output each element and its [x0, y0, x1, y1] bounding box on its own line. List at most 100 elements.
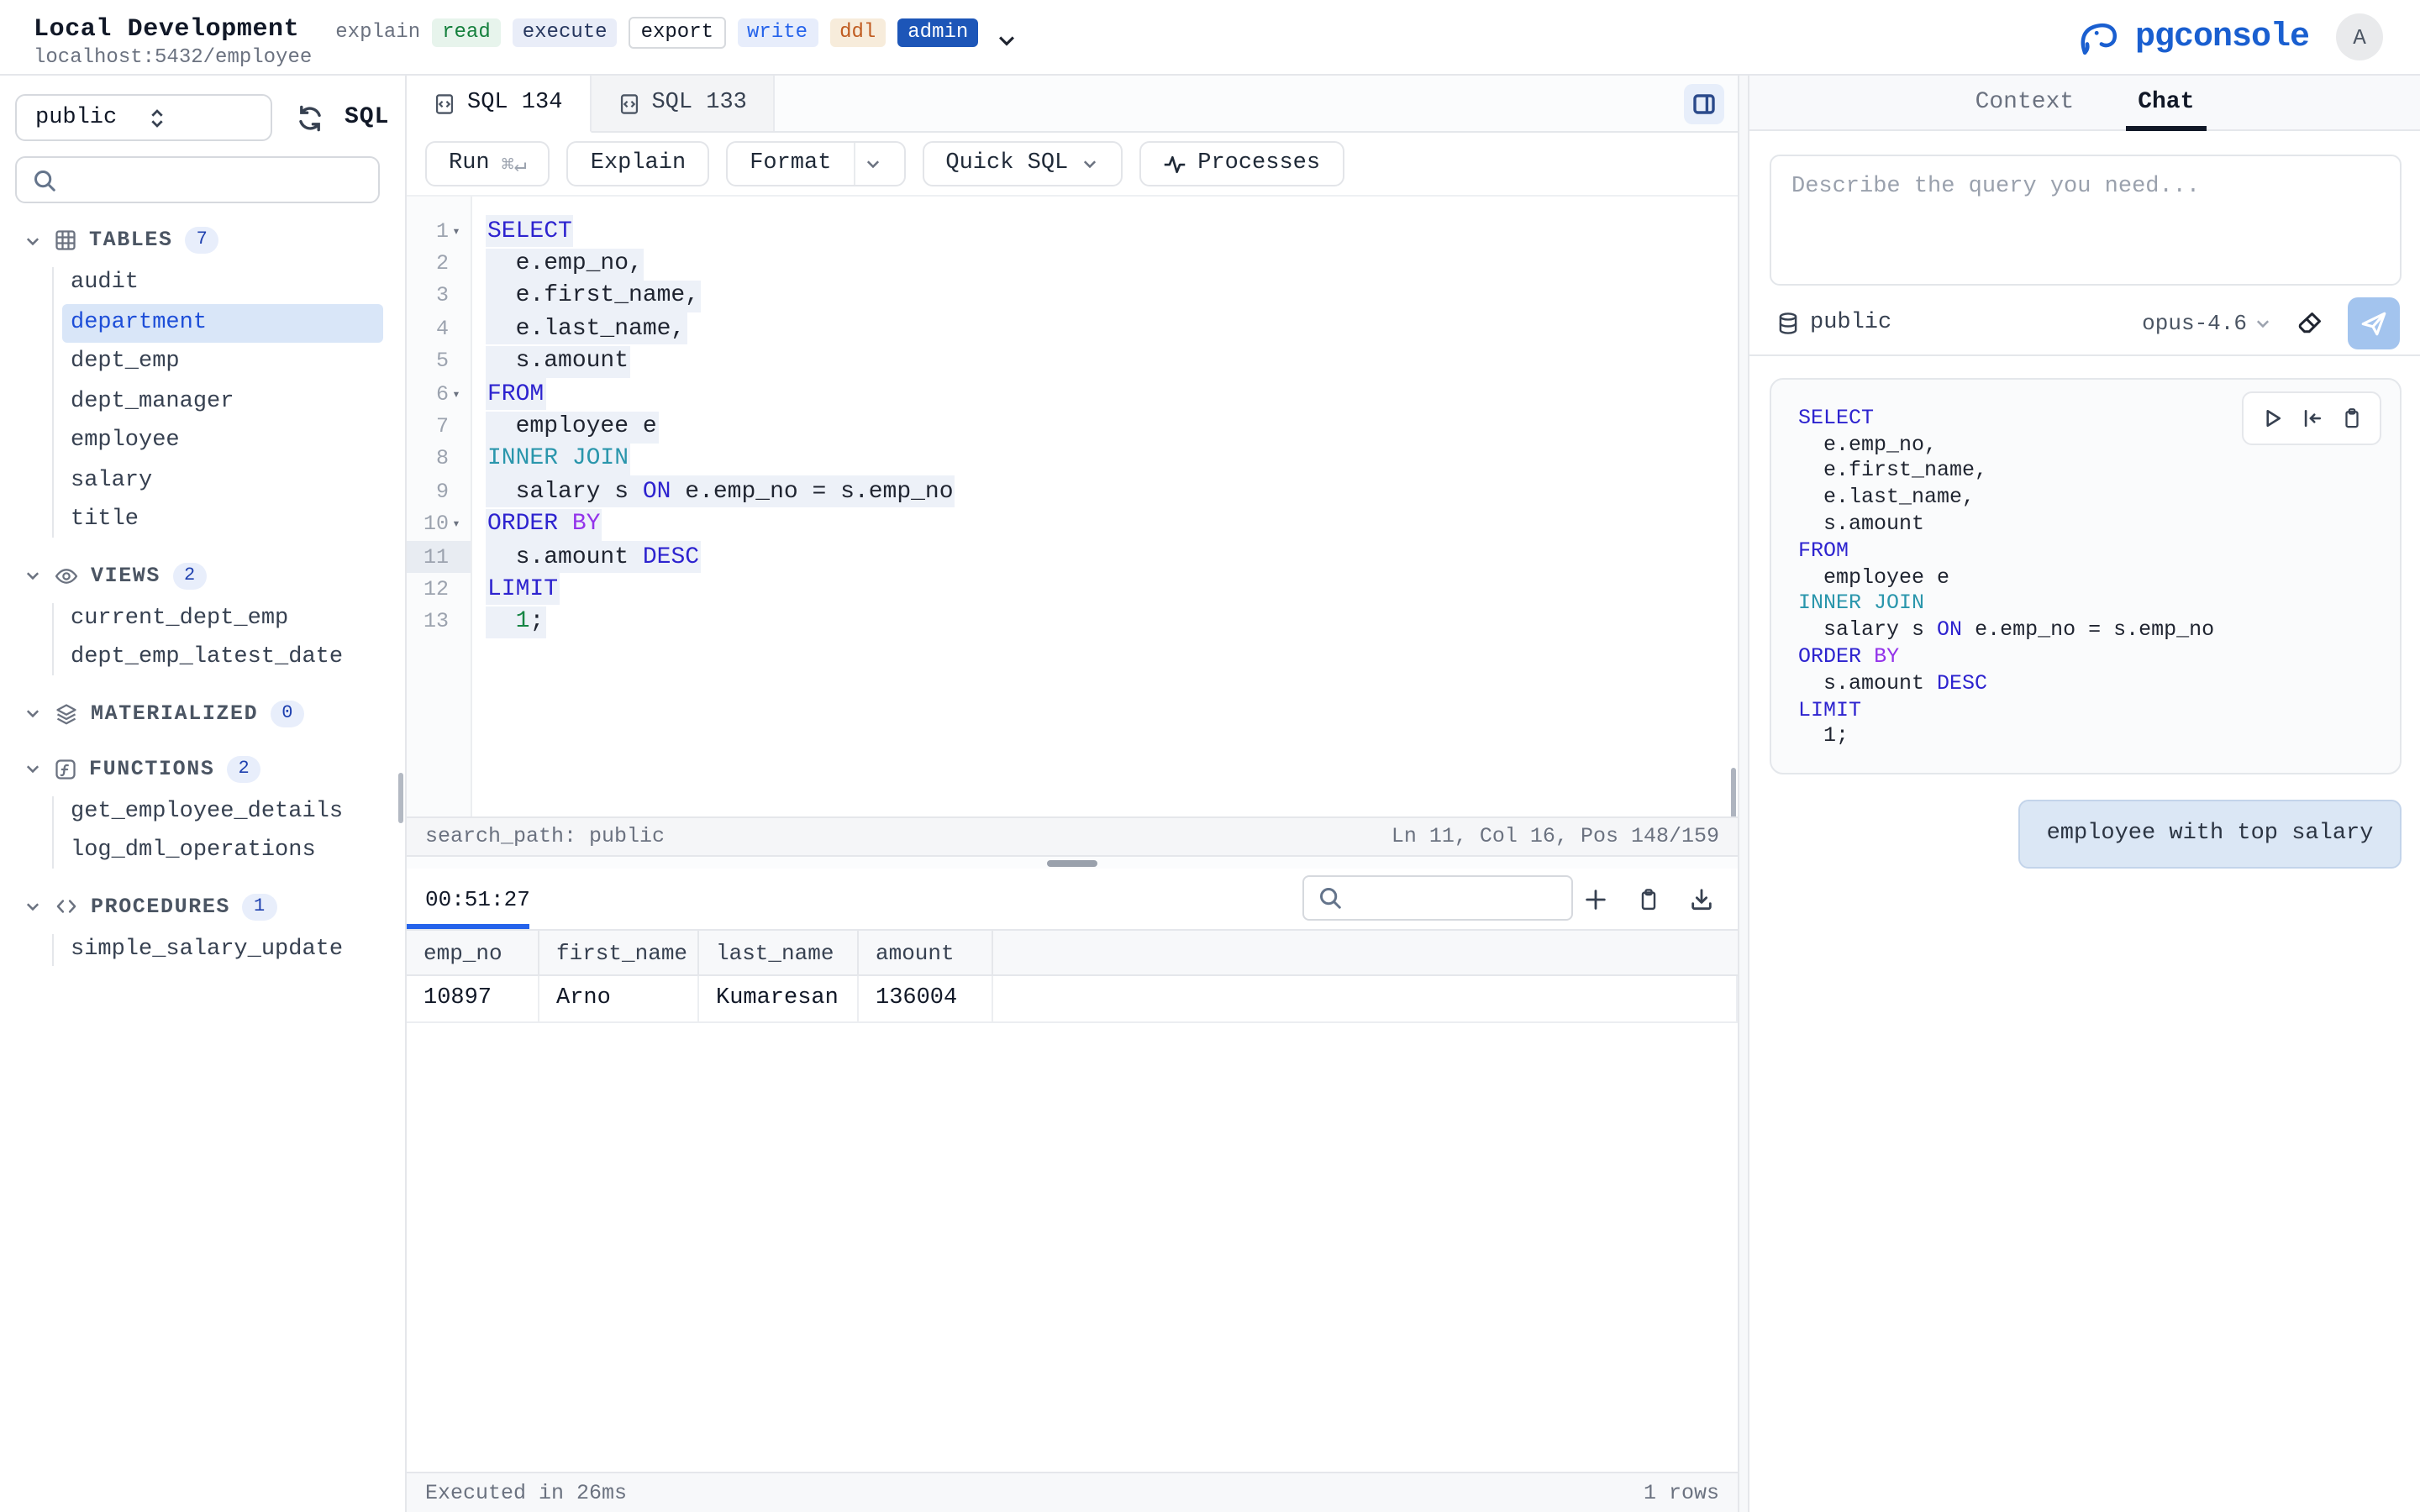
editor-scrollbar[interactable] [1730, 768, 1736, 816]
tree-item-simple_salary_update[interactable]: simple_salary_update [62, 930, 383, 969]
run-button[interactable]: Run ⌘↵ [425, 141, 550, 186]
tree-item-log_dml_operations[interactable]: log_dml_operations [62, 832, 383, 871]
code-line-5[interactable]: s.amount [486, 345, 1738, 378]
processes-button[interactable]: Processes [1139, 141, 1344, 186]
gutter-line-13[interactable]: 13 [407, 606, 471, 638]
copy-sql-icon[interactable] [2341, 407, 2363, 430]
refresh-icon[interactable] [296, 103, 324, 132]
schema-context-chip[interactable]: public [1770, 310, 1891, 335]
gutter-line-11[interactable]: 11 [407, 541, 471, 574]
download-results-icon[interactable] [1689, 886, 1714, 911]
fold-arrow-icon[interactable]: ▾ [449, 516, 464, 533]
add-tab-icon[interactable] [1583, 886, 1608, 911]
tab-chat[interactable]: Chat [2138, 75, 2194, 130]
tree-item-employee[interactable]: employee [62, 422, 383, 461]
gutter-line-12[interactable]: 12 [407, 574, 471, 606]
tree-section-functions[interactable]: FUNCTIONS2 [0, 748, 405, 789]
tree-item-dept_emp[interactable]: dept_emp [62, 343, 383, 382]
tree-section-tables[interactable]: TABLES7 [0, 220, 405, 260]
send-button[interactable] [2348, 297, 2400, 349]
gutter-line-10[interactable]: 10▾ [407, 508, 471, 541]
tree-item-current_dept_emp[interactable]: current_dept_emp [62, 599, 383, 638]
gutter-line-1[interactable]: 1▾ [407, 215, 471, 248]
sidebar-search-input[interactable] [69, 167, 363, 192]
schema-select[interactable]: public [15, 94, 272, 141]
gutter-line-2[interactable]: 2 [407, 248, 471, 281]
code-line-9[interactable]: salary s ON e.emp_no = s.emp_no [486, 475, 1738, 508]
copy-results-icon[interactable] [1637, 886, 1660, 911]
tree-item-department[interactable]: department [62, 303, 383, 343]
code-line-7[interactable]: employee e [486, 411, 1738, 444]
tree-item-salary[interactable]: salary [62, 461, 383, 501]
sql-mode-label[interactable]: SQL [345, 104, 389, 131]
clear-chat-icon[interactable] [2296, 308, 2324, 337]
code-line-4[interactable]: e.last_name, [486, 312, 1738, 345]
sidebar-scrollbar[interactable] [397, 773, 403, 823]
connection-info[interactable]: Local Development localhost:5432/employe… [0, 4, 1018, 70]
tree-item-dept_manager[interactable]: dept_manager [62, 382, 383, 422]
chevron-down-icon[interactable] [24, 231, 42, 249]
column-header-emp_no[interactable]: emp_no [407, 931, 539, 974]
chevron-down-icon[interactable] [24, 704, 42, 722]
tree-section-procedures[interactable]: PROCEDURES1 [0, 886, 405, 927]
tree-section-views[interactable]: VIEWS2 [0, 555, 405, 596]
table-row[interactable]: 10897ArnoKumaresan136004 [407, 976, 1738, 1023]
tree-item-title[interactable]: title [62, 501, 383, 540]
tab-context[interactable]: Context [1975, 75, 2075, 130]
code-line-3[interactable]: e.first_name, [486, 281, 1738, 313]
fold-arrow-icon[interactable]: ▾ [449, 223, 464, 239]
code-line-1[interactable]: SELECT [486, 215, 1738, 248]
format-button[interactable]: Format [726, 141, 905, 186]
code-line-6[interactable]: FROM [486, 378, 1738, 411]
tree-item-get_employee_details[interactable]: get_employee_details [62, 792, 383, 832]
cell-emp_no[interactable]: 10897 [407, 976, 539, 1021]
sql-editor[interactable]: 1▾23456▾78910▾111213 SELECT e.emp_no, e.… [407, 197, 1738, 816]
cell-amount[interactable]: 136004 [859, 976, 993, 1021]
gutter-line-8[interactable]: 8 [407, 443, 471, 475]
run-sql-icon[interactable] [2260, 407, 2284, 430]
results-search-input[interactable] [1353, 885, 1538, 911]
code-line-13[interactable]: 1; [486, 606, 1738, 638]
sidebar-search[interactable] [15, 156, 380, 203]
chevron-down-icon[interactable] [863, 155, 881, 173]
chat-code-line-11: s.amount DESC [1798, 670, 2400, 697]
chat-input[interactable] [1770, 155, 2402, 286]
gutter-line-3[interactable]: 3 [407, 281, 471, 313]
tree-section-materialized[interactable]: MATERIALIZED0 [0, 693, 405, 733]
gutter-line-5[interactable]: 5 [407, 345, 471, 378]
chevron-down-icon[interactable] [995, 28, 1018, 51]
tab-sql-133[interactable]: SQL 133 [591, 76, 775, 131]
tab-sql-134[interactable]: SQL 134 [407, 76, 591, 133]
split-panel-button[interactable] [1684, 84, 1724, 124]
results-timer-tab[interactable]: 00:51:27 [425, 886, 530, 911]
code-line-10[interactable]: ORDER BY [486, 508, 1738, 541]
tree-item-dept_emp_latest_date[interactable]: dept_emp_latest_date [62, 638, 383, 678]
panel-splitter[interactable] [407, 857, 1738, 869]
gutter-line-6[interactable]: 6▾ [407, 378, 471, 411]
model-select[interactable]: opus-4.6 [2142, 310, 2272, 335]
insert-sql-icon[interactable] [2301, 407, 2324, 430]
results-search[interactable] [1302, 875, 1573, 921]
cell-last_name[interactable]: Kumaresan [699, 976, 859, 1021]
chevron-down-icon[interactable] [24, 759, 42, 778]
gutter-line-7[interactable]: 7 [407, 411, 471, 444]
gutter-line-9[interactable]: 9 [407, 475, 471, 508]
user-avatar[interactable]: A [2336, 13, 2383, 60]
column-header-amount[interactable]: amount [859, 931, 993, 974]
editor-code[interactable]: SELECT e.emp_no, e.first_name, e.last_na… [472, 197, 1738, 816]
gutter-line-4[interactable]: 4 [407, 312, 471, 345]
code-line-11[interactable]: s.amount DESC [486, 541, 1738, 574]
tree-item-audit[interactable]: audit [62, 264, 383, 303]
code-line-12[interactable]: LIMIT [486, 574, 1738, 606]
fold-arrow-icon[interactable]: ▾ [449, 386, 464, 402]
chevron-down-icon[interactable] [24, 566, 42, 585]
code-line-8[interactable]: INNER JOIN [486, 443, 1738, 475]
drag-handle[interactable] [1047, 860, 1097, 867]
code-line-2[interactable]: e.emp_no, [486, 248, 1738, 281]
column-header-first_name[interactable]: first_name [539, 931, 699, 974]
column-header-last_name[interactable]: last_name [699, 931, 859, 974]
quick-sql-button[interactable]: Quick SQL [922, 141, 1122, 186]
chevron-down-icon[interactable] [24, 897, 42, 916]
explain-button[interactable]: Explain [567, 141, 709, 186]
cell-first_name[interactable]: Arno [539, 976, 699, 1021]
